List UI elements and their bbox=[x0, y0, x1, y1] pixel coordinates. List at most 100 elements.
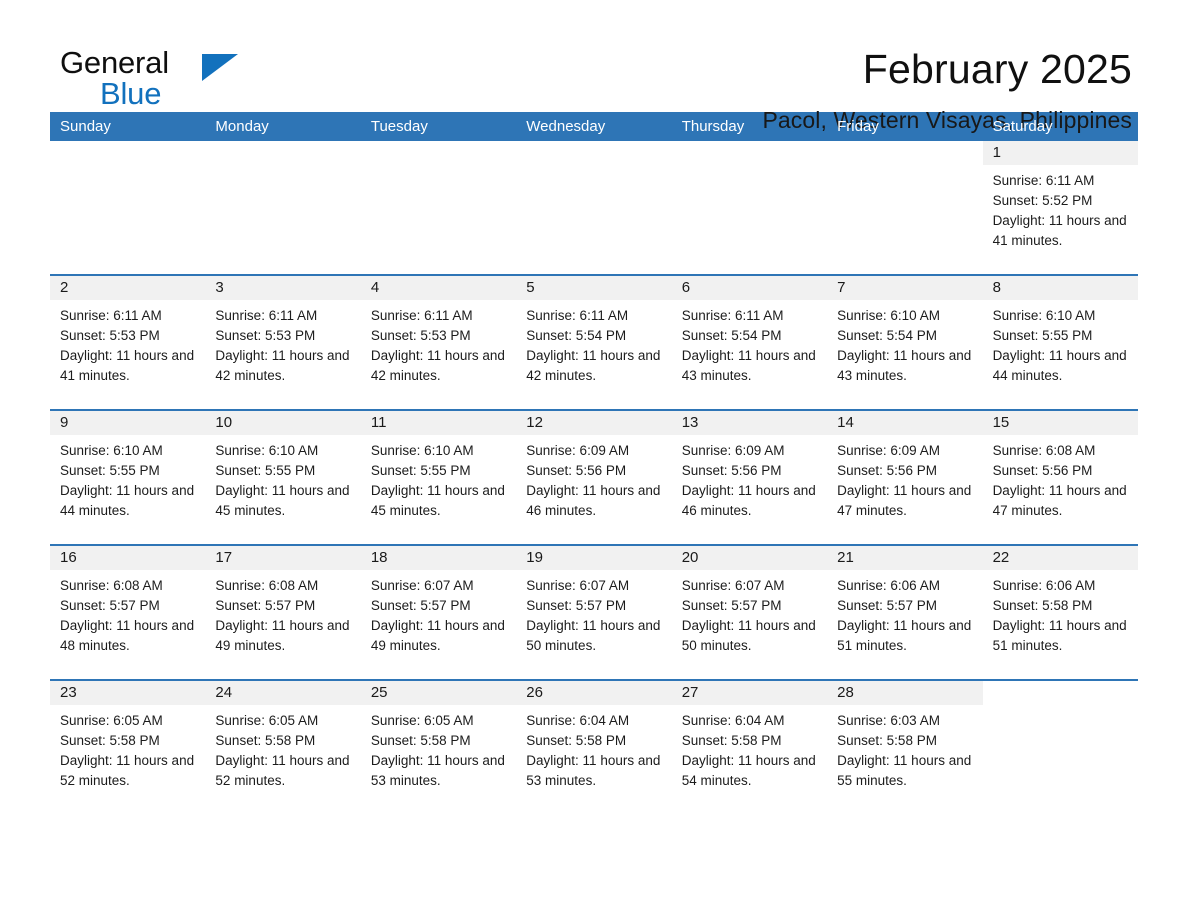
day-number bbox=[205, 141, 360, 165]
day-number: 4 bbox=[360, 276, 517, 300]
logo-text-general: General bbox=[60, 45, 169, 80]
day-cell[interactable]: 19 Sunrise: 6:07 AM Sunset: 5:57 PM Dayligh… bbox=[516, 546, 672, 679]
sunset-text: Sunset: 5:56 PM bbox=[837, 463, 937, 478]
day-number: 3 bbox=[205, 276, 361, 300]
sunrise-text: Sunrise: 6:09 AM bbox=[526, 443, 630, 458]
day-number: 12 bbox=[516, 411, 672, 435]
sunset-text: Sunset: 5:55 PM bbox=[215, 463, 316, 478]
daylight-text: Daylight: 11 hours and 46 minutes. bbox=[681, 483, 816, 518]
sunset-text: Sunset: 5:52 PM bbox=[992, 193, 1093, 208]
day-details: Sunrise: 6:11 AM Sunset: 5:54 PM Daylight:… bbox=[516, 300, 671, 386]
day-cell[interactable]: 5 Sunrise: 6:11 AM Sunset: 5:54 PM Daylight… bbox=[516, 276, 672, 409]
day-cell-empty bbox=[50, 141, 206, 274]
day-cell[interactable]: 9 Sunrise: 6:10 AM Sunset: 5:55 PM Daylight… bbox=[50, 411, 206, 544]
day-number: 1 bbox=[982, 141, 1138, 165]
sunset-text: Sunset: 5:56 PM bbox=[681, 463, 782, 478]
day-cell[interactable]: 10 Sunrise: 6:10 AM Sunset: 5:55 PM Dayligh… bbox=[205, 411, 361, 544]
day-cell[interactable]: 13 Sunrise: 6:09 AM Sunset: 5:56 PM Dayligh… bbox=[671, 411, 828, 544]
day-cell[interactable]: 21 Sunrise: 6:06 AM Sunset: 5:57 PM Dayligh… bbox=[827, 546, 983, 679]
day-cell[interactable]: 7 Sunrise: 6:10 AM Sunset: 5:54 PM Daylight… bbox=[827, 276, 983, 409]
day-cell[interactable]: 26 Sunrise: 6:04 AM Sunset: 5:58 PM Dayligh… bbox=[516, 681, 672, 801]
day-number: 9 bbox=[50, 411, 206, 435]
day-details: Sunrise: 6:11 AM Sunset: 5:53 PM Daylight:… bbox=[50, 300, 205, 386]
day-details: Sunrise: 6:05 AM Sunset: 5:58 PM Daylight:… bbox=[361, 705, 516, 791]
day-cell[interactable]: 3 Sunrise: 6:11 AM Sunset: 5:53 PM Daylight… bbox=[205, 276, 361, 409]
page-title: February 2025 bbox=[862, 46, 1132, 92]
day-cell[interactable]: 27 Sunrise: 6:04 AM Sunset: 5:58 PM Dayligh… bbox=[671, 681, 828, 801]
day-cell[interactable]: 8 Sunrise: 6:10 AM Sunset: 5:55 PM Daylight… bbox=[982, 276, 1138, 409]
sunset-text: Sunset: 5:55 PM bbox=[60, 463, 160, 478]
day-number: 10 bbox=[205, 411, 361, 435]
day-number: 14 bbox=[827, 411, 983, 435]
weekday-header-thursday: Thursday bbox=[681, 118, 745, 135]
daylight-text: Daylight: 11 hours and 45 minutes. bbox=[215, 483, 350, 518]
day-cell-empty bbox=[516, 141, 672, 274]
day-number: 16 bbox=[50, 546, 206, 570]
day-details: Sunrise: 6:10 AM Sunset: 5:55 PM Daylight:… bbox=[361, 435, 516, 521]
day-cell[interactable]: 22 Sunrise: 6:06 AM Sunset: 5:58 PM Dayligh… bbox=[982, 546, 1138, 679]
day-details: Sunrise: 6:11 AM Sunset: 5:53 PM Daylight:… bbox=[205, 300, 360, 386]
sunset-text: Sunset: 5:54 PM bbox=[681, 328, 782, 343]
sunrise-text: Sunrise: 6:11 AM bbox=[215, 308, 318, 323]
day-number: 6 bbox=[671, 276, 828, 300]
day-details: Sunrise: 6:08 AM Sunset: 5:57 PM Daylight:… bbox=[205, 570, 360, 656]
day-details: Sunrise: 6:06 AM Sunset: 5:57 PM Daylight:… bbox=[827, 570, 982, 656]
day-details: Sunrise: 6:10 AM Sunset: 5:55 PM Daylight:… bbox=[983, 300, 1138, 386]
week-row: 9 Sunrise: 6:10 AM Sunset: 5:55 PM Daylight… bbox=[50, 409, 1138, 544]
sunrise-text: Sunrise: 6:06 AM bbox=[992, 578, 1096, 593]
day-cell[interactable]: 25 Sunrise: 6:05 AM Sunset: 5:58 PM Dayligh… bbox=[360, 681, 517, 801]
sunset-text: Sunset: 5:57 PM bbox=[526, 598, 627, 613]
sunset-text: Sunset: 5:53 PM bbox=[370, 328, 471, 343]
sunrise-text: Sunrise: 6:05 AM bbox=[60, 713, 163, 728]
day-cell[interactable]: 14 Sunrise: 6:09 AM Sunset: 5:56 PM Dayligh… bbox=[827, 411, 983, 544]
day-number: 18 bbox=[360, 546, 517, 570]
day-cell[interactable]: 15 Sunrise: 6:08 AM Sunset: 5:56 PM Dayligh… bbox=[982, 411, 1138, 544]
day-cell[interactable]: 16 Sunrise: 6:08 AM Sunset: 5:57 PM Dayligh… bbox=[50, 546, 206, 679]
sunset-text: Sunset: 5:58 PM bbox=[60, 733, 160, 748]
sunset-text: Sunset: 5:57 PM bbox=[60, 598, 160, 613]
day-number: 27 bbox=[671, 681, 828, 705]
day-details: Sunrise: 6:08 AM Sunset: 5:56 PM Daylight:… bbox=[983, 435, 1138, 521]
daylight-text: Daylight: 11 hours and 48 minutes. bbox=[60, 618, 195, 653]
sunset-text: Sunset: 5:54 PM bbox=[837, 328, 937, 343]
daylight-text: Daylight: 11 hours and 44 minutes. bbox=[60, 483, 195, 518]
week-row: 23 Sunrise: 6:05 AM Sunset: 5:58 PM Dayligh… bbox=[50, 679, 1138, 801]
daylight-text: Daylight: 11 hours and 55 minutes. bbox=[837, 753, 972, 788]
day-details: Sunrise: 6:05 AM Sunset: 5:58 PM Daylight:… bbox=[50, 705, 205, 791]
day-cell[interactable]: 12 Sunrise: 6:09 AM Sunset: 5:56 PM Dayligh… bbox=[516, 411, 672, 544]
generalblue-logo[interactable]: General Blue bbox=[50, 46, 250, 116]
day-number: 26 bbox=[516, 681, 672, 705]
sunrise-text: Sunrise: 6:10 AM bbox=[837, 308, 940, 323]
day-details: Sunrise: 6:09 AM Sunset: 5:56 PM Daylight:… bbox=[827, 435, 982, 521]
sunrise-text: Sunrise: 6:11 AM bbox=[526, 308, 629, 323]
day-cell[interactable]: 6 Sunrise: 6:11 AM Sunset: 5:54 PM Daylight… bbox=[671, 276, 828, 409]
week-row: 2 Sunrise: 6:11 AM Sunset: 5:53 PM Daylight… bbox=[50, 274, 1138, 409]
day-cell[interactable]: 20 Sunrise: 6:07 AM Sunset: 5:57 PM Dayligh… bbox=[671, 546, 828, 679]
day-number: 24 bbox=[205, 681, 361, 705]
sunrise-text: Sunrise: 6:08 AM bbox=[992, 443, 1096, 458]
sunrise-text: Sunrise: 6:11 AM bbox=[992, 173, 1095, 188]
day-cell[interactable]: 17 Sunrise: 6:08 AM Sunset: 5:57 PM Dayligh… bbox=[205, 546, 361, 679]
sunset-text: Sunset: 5:58 PM bbox=[370, 733, 471, 748]
day-details: Sunrise: 6:03 AM Sunset: 5:58 PM Daylight:… bbox=[827, 705, 982, 791]
day-cell[interactable]: 1 Sunrise: 6:11 AM Sunset: 5:52 PM Daylight… bbox=[982, 141, 1138, 274]
sunrise-text: Sunrise: 6:07 AM bbox=[681, 578, 785, 593]
day-cell[interactable]: 4 Sunrise: 6:11 AM Sunset: 5:53 PM Daylight… bbox=[360, 276, 517, 409]
daylight-text: Daylight: 11 hours and 45 minutes. bbox=[370, 483, 505, 518]
day-number: 25 bbox=[360, 681, 517, 705]
sunrise-text: Sunrise: 6:05 AM bbox=[370, 713, 474, 728]
day-cell[interactable]: 23 Sunrise: 6:05 AM Sunset: 5:58 PM Dayligh… bbox=[50, 681, 206, 801]
day-cell-empty bbox=[982, 681, 1138, 801]
day-cell[interactable]: 24 Sunrise: 6:05 AM Sunset: 5:58 PM Dayligh… bbox=[205, 681, 361, 801]
sunset-text: Sunset: 5:57 PM bbox=[370, 598, 471, 613]
day-number: 15 bbox=[982, 411, 1138, 435]
day-cell[interactable]: 28 Sunrise: 6:03 AM Sunset: 5:58 PM Dayligh… bbox=[827, 681, 983, 801]
sunrise-text: Sunrise: 6:09 AM bbox=[681, 443, 785, 458]
day-number: 13 bbox=[671, 411, 828, 435]
day-cell[interactable]: 2 Sunrise: 6:11 AM Sunset: 5:53 PM Daylight… bbox=[50, 276, 206, 409]
day-cell[interactable]: 11 Sunrise: 6:10 AM Sunset: 5:55 PM Dayligh… bbox=[360, 411, 517, 544]
daylight-text: Daylight: 11 hours and 43 minutes. bbox=[837, 348, 972, 383]
sunrise-text: Sunrise: 6:11 AM bbox=[681, 308, 784, 323]
day-number bbox=[827, 141, 982, 165]
day-cell[interactable]: 18 Sunrise: 6:07 AM Sunset: 5:57 PM Dayligh… bbox=[360, 546, 517, 679]
